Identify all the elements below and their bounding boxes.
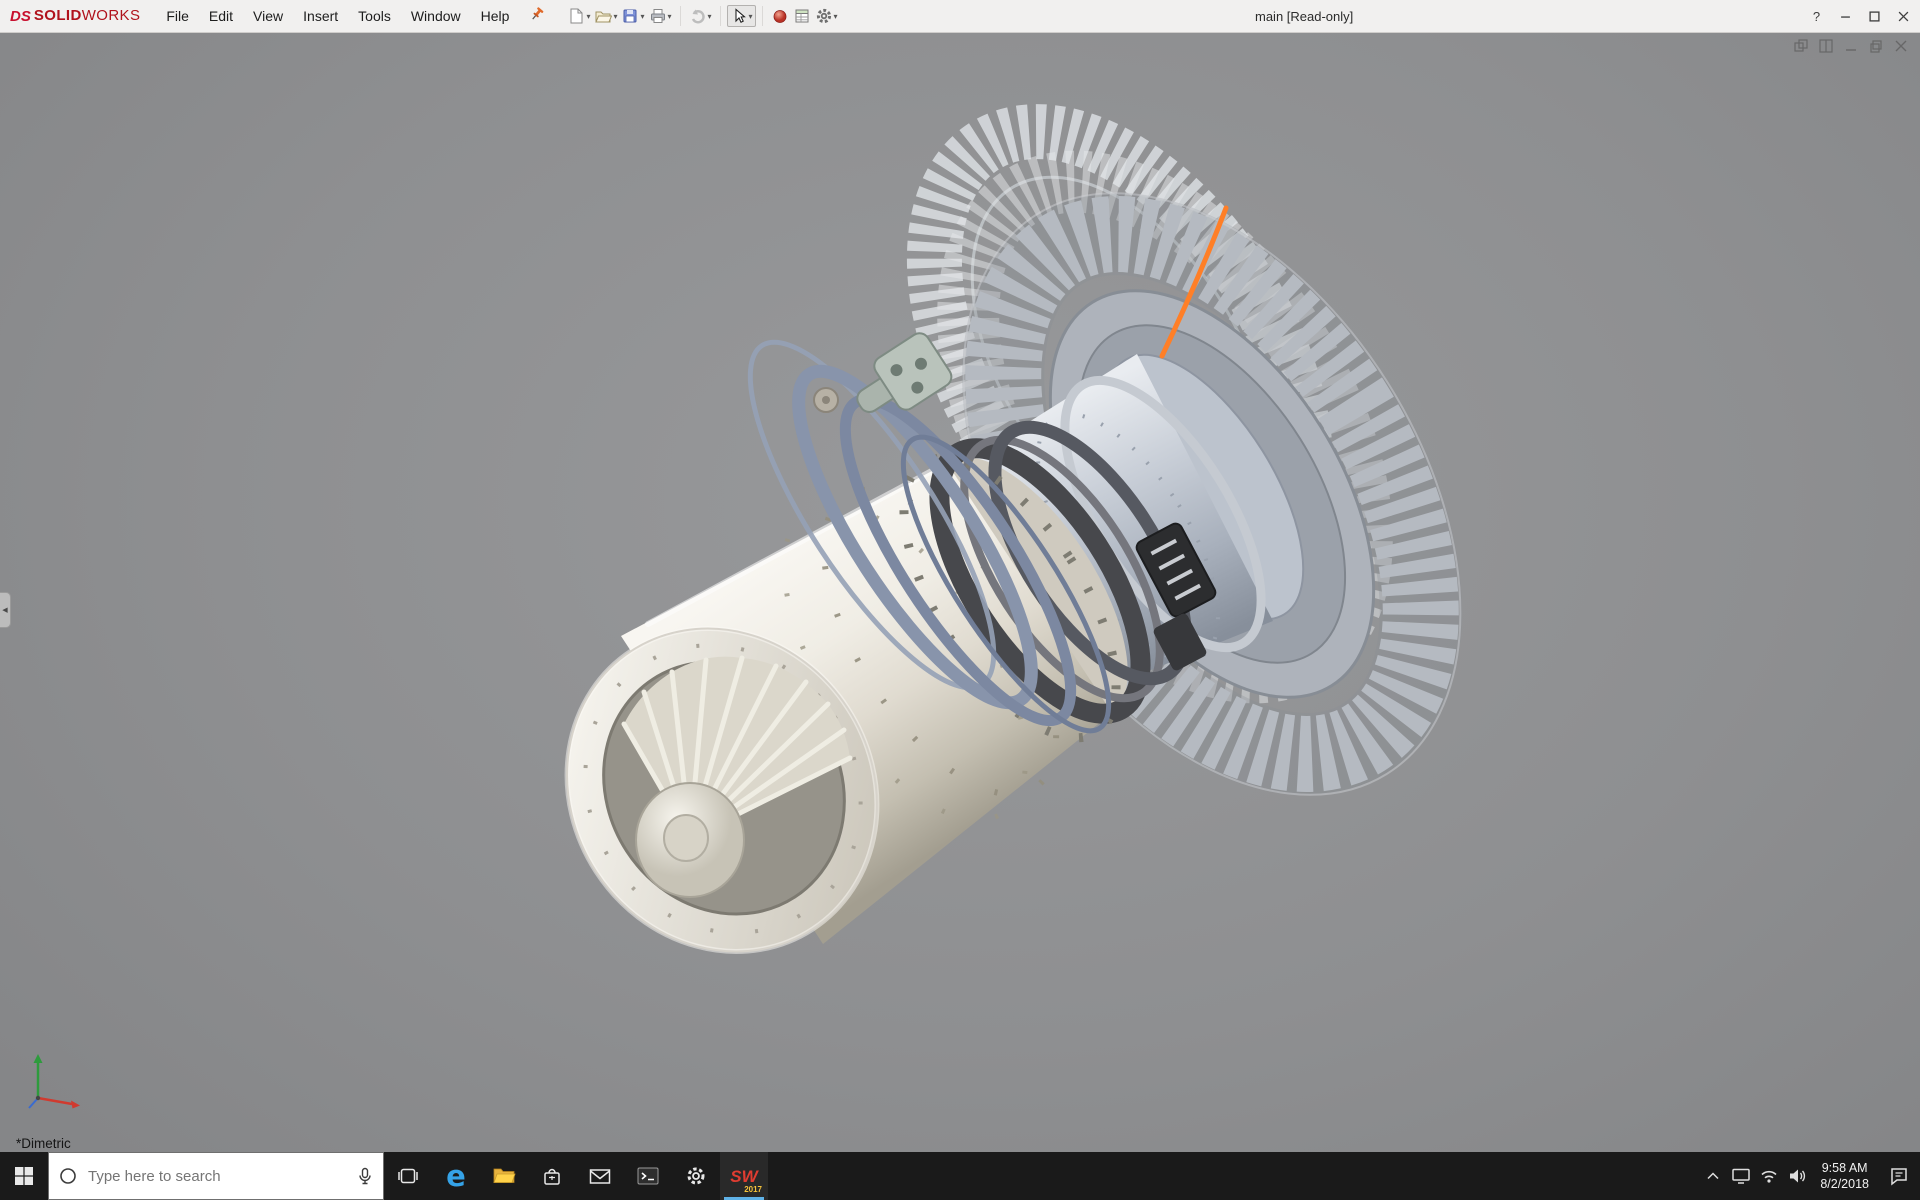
microphone-icon[interactable] [357,1167,373,1185]
clock-time: 9:58 AM [1822,1160,1868,1176]
edge-button[interactable]: e [432,1152,480,1200]
store-bag-icon [541,1165,563,1187]
print-icon [648,7,666,25]
settings-gear-icon [685,1165,707,1187]
appearance-sphere-icon [771,7,789,25]
command-prompt-button[interactable] [624,1152,672,1200]
solidworks-app-icon: SW [730,1168,757,1185]
orientation-triad [22,1046,92,1116]
maximize-icon [1869,11,1880,22]
tray-display-button[interactable] [1727,1152,1755,1200]
edge-icon: e [446,1162,466,1191]
cortana-circle-icon [59,1167,77,1185]
tray-chevron-button[interactable] [1699,1152,1727,1200]
menu-insert[interactable]: Insert [293,2,348,30]
taskbar-clock[interactable]: 9:58 AM 8/2/2018 [1811,1152,1878,1200]
tray-volume-button[interactable] [1783,1152,1811,1200]
ds-logo-icon: DS [10,8,31,25]
menu-help[interactable]: Help [471,2,520,30]
undo-button[interactable]: ▾ [687,5,714,27]
panel-flyout-tab[interactable]: ◀ [0,592,11,628]
speaker-icon [1788,1168,1806,1184]
maximize-button[interactable] [1860,0,1889,32]
wifi-icon [1759,1168,1779,1184]
mail-button[interactable] [576,1152,624,1200]
mail-icon [588,1165,612,1187]
gear-icon [815,7,833,25]
brand-works: WORKS [82,7,141,24]
pin-icon [529,6,545,22]
document-window-controls [1793,38,1908,53]
action-center-button[interactable] [1878,1152,1920,1200]
task-view-button[interactable] [384,1152,432,1200]
settings-button[interactable] [672,1152,720,1200]
solidworks-taskbar-button[interactable]: SW 2017 [720,1152,768,1200]
y-axis-icon [34,1054,43,1063]
display-icon [1731,1167,1751,1185]
clock-date: 8/2/2018 [1820,1176,1869,1192]
evaluate-table-icon [793,7,811,25]
taskbar-search[interactable] [48,1152,384,1200]
file-explorer-icon [492,1164,516,1188]
menu-view[interactable]: View [243,2,293,30]
doc-minimize-icon [1844,39,1858,53]
x-axis-icon [71,1101,80,1109]
doc-cascade-button[interactable] [1793,38,1808,53]
minimize-icon [1840,11,1851,22]
chevron-up-icon [1707,1172,1719,1180]
close-button[interactable] [1889,0,1918,32]
store-button[interactable] [528,1152,576,1200]
windows-taskbar: e SW 2017 [0,1152,1920,1200]
task-view-icon [397,1165,419,1187]
menu-tools[interactable]: Tools [348,2,401,30]
new-document-button[interactable]: ▾ [565,5,592,27]
open-folder-icon [594,7,612,25]
tray-network-button[interactable] [1755,1152,1783,1200]
open-button[interactable]: ▾ [592,5,619,27]
select-cursor-icon [730,7,748,25]
search-input[interactable] [86,1167,348,1186]
start-button[interactable] [0,1152,48,1200]
brand-solid: SOLID [34,7,82,24]
evaluate-button[interactable] [791,5,813,27]
small-flange[interactable] [814,388,838,412]
doc-tile-icon [1819,39,1833,53]
save-button[interactable]: ▾ [619,5,646,27]
print-button[interactable]: ▾ [646,5,673,27]
solidworks-logo: DS SOLIDWORKS [0,7,156,25]
new-document-icon [567,7,585,25]
solidworks-version-badge: 2017 [744,1185,762,1194]
windows-logo-icon [14,1166,34,1186]
window-controls: ? [1802,0,1918,32]
pin-menu-button[interactable] [529,6,545,27]
doc-cascade-icon [1794,39,1808,53]
standard-toolbar: ▾ ▾ ▾ ▾ ▾ [565,5,839,27]
menu-file[interactable]: File [156,2,199,30]
command-prompt-icon [636,1165,660,1187]
action-center-icon [1889,1166,1909,1186]
options-button[interactable]: ▾ [813,5,840,27]
close-icon [1898,11,1909,22]
doc-restore-icon [1869,39,1883,53]
select-tool-button[interactable]: ▾ [727,5,756,27]
view-orientation-label: *Dimetric [16,1136,71,1151]
doc-close-icon [1894,39,1908,53]
menu-window[interactable]: Window [401,2,471,30]
titlebar: DS SOLIDWORKS File Edit View Insert Tool… [0,0,1920,33]
appearance-button[interactable] [769,5,791,27]
doc-restore-button[interactable] [1868,38,1883,53]
doc-close-button[interactable] [1893,38,1908,53]
menu-edit[interactable]: Edit [199,2,243,30]
help-button[interactable]: ? [1802,0,1831,32]
minimize-button[interactable] [1831,0,1860,32]
jet-engine-model[interactable] [0,32,1920,1152]
doc-minimize-button[interactable] [1843,38,1858,53]
graphics-viewport[interactable]: ◀ *Dimetric [0,32,1920,1152]
menubar: File Edit View Insert Tools Window Help [156,2,519,30]
document-title: main [Read-only] [1255,0,1353,32]
undo-icon [689,7,707,25]
file-explorer-button[interactable] [480,1152,528,1200]
save-icon [621,7,639,25]
doc-tile-button[interactable] [1818,38,1833,53]
